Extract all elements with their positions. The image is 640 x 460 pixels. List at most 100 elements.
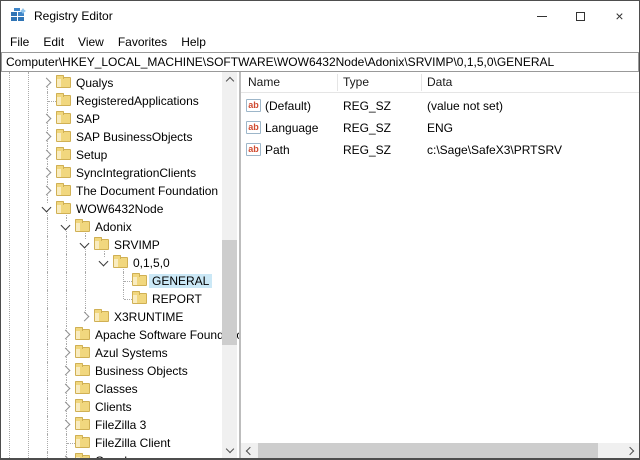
close-icon: × bbox=[615, 9, 623, 23]
tree-item[interactable]: SAP bbox=[1, 110, 221, 128]
column-separator[interactable] bbox=[337, 74, 338, 91]
tree-item-label[interactable]: Qualys bbox=[73, 76, 116, 90]
tree-item-label[interactable]: Google bbox=[92, 454, 137, 458]
tree-item-label[interactable]: The Document Foundation bbox=[73, 184, 221, 198]
tree-guide-line bbox=[47, 452, 48, 458]
chevron-down-icon[interactable] bbox=[61, 221, 71, 231]
chevron-right-icon[interactable] bbox=[42, 168, 52, 178]
tree-item-label[interactable]: Setup bbox=[73, 148, 110, 162]
tree-scrollbar-thumb[interactable] bbox=[222, 240, 237, 345]
chevron-right-icon[interactable] bbox=[80, 312, 90, 322]
menu-item-favorites[interactable]: Favorites bbox=[111, 33, 174, 51]
tree-item-label[interactable]: Business Objects bbox=[92, 364, 191, 378]
value-type: REG_SZ bbox=[343, 121, 391, 135]
tree-item[interactable]: Apache Software Foundation bbox=[1, 326, 221, 344]
tree-item[interactable]: SAP BusinessObjects bbox=[1, 128, 221, 146]
tree-item-label[interactable]: SAP BusinessObjects bbox=[73, 130, 196, 144]
tree-item-label[interactable]: X3RUNTIME bbox=[111, 310, 186, 324]
column-separator[interactable] bbox=[421, 74, 422, 91]
chevron-right-icon[interactable] bbox=[61, 348, 71, 358]
chevron-right-icon[interactable] bbox=[61, 330, 71, 340]
tree-item-label[interactable]: GENERAL bbox=[149, 274, 212, 288]
chevron-right-icon[interactable] bbox=[61, 366, 71, 376]
close-button[interactable]: × bbox=[600, 1, 639, 31]
chevron-right-icon[interactable] bbox=[61, 456, 71, 458]
list-scrollbar-thumb[interactable] bbox=[258, 443, 598, 458]
tree-item-label[interactable]: Classes bbox=[92, 382, 141, 396]
tree-guide-line bbox=[47, 218, 48, 236]
list-header: Name Type Data bbox=[241, 72, 639, 93]
tree-item[interactable]: 0,1,5,0 bbox=[1, 254, 221, 272]
scroll-up-button[interactable] bbox=[222, 72, 237, 87]
column-header-type[interactable]: Type bbox=[343, 75, 369, 89]
chevron-right-icon[interactable] bbox=[61, 420, 71, 430]
minimize-button[interactable] bbox=[522, 1, 561, 31]
folder-icon bbox=[132, 275, 147, 286]
tree-item[interactable]: FileZilla 3 bbox=[1, 416, 221, 434]
scroll-right-button[interactable] bbox=[624, 443, 639, 458]
menu-item-view[interactable]: View bbox=[71, 33, 111, 51]
chevron-right-icon[interactable] bbox=[42, 114, 52, 124]
tree-item[interactable]: FileZilla Client bbox=[1, 434, 221, 452]
tree-item[interactable]: Adonix bbox=[1, 218, 221, 236]
tree-item[interactable]: Qualys bbox=[1, 74, 221, 92]
tree-item-label[interactable]: SyncIntegrationClients bbox=[73, 166, 199, 180]
value-row[interactable]: abLanguageREG_SZENG bbox=[241, 117, 639, 139]
tree-item[interactable]: GENERAL bbox=[1, 272, 221, 290]
column-header-name[interactable]: Name bbox=[248, 75, 280, 89]
tree-item-label[interactable]: RegisteredApplications bbox=[73, 94, 202, 108]
tree-item[interactable]: Classes bbox=[1, 380, 221, 398]
tree-item[interactable]: WOW6432Node bbox=[1, 200, 221, 218]
scroll-left-button[interactable] bbox=[241, 443, 256, 458]
tree-item[interactable]: X3RUNTIME bbox=[1, 308, 221, 326]
tree-item-label[interactable]: SAP bbox=[73, 112, 103, 126]
tree-item-label[interactable]: REPORT bbox=[149, 292, 205, 306]
tree-item[interactable]: SRVIMP bbox=[1, 236, 221, 254]
value-row[interactable]: ab(Default)REG_SZ(value not set) bbox=[241, 95, 639, 117]
menu-item-help[interactable]: Help bbox=[174, 33, 213, 51]
chevron-down-icon[interactable] bbox=[80, 239, 90, 249]
folder-icon bbox=[56, 203, 71, 214]
chevron-right-icon[interactable] bbox=[61, 402, 71, 412]
chevron-down-icon[interactable] bbox=[42, 203, 52, 213]
chevron-right-icon[interactable] bbox=[42, 186, 52, 196]
tree-item-label[interactable]: 0,1,5,0 bbox=[130, 256, 173, 270]
folder-icon bbox=[94, 239, 109, 250]
tree-item[interactable]: Setup bbox=[1, 146, 221, 164]
chevron-right-icon[interactable] bbox=[42, 132, 52, 142]
chevron-right-icon[interactable] bbox=[42, 150, 52, 160]
value-name: (Default) bbox=[265, 99, 311, 113]
tree-item[interactable]: SyncIntegrationClients bbox=[1, 164, 221, 182]
list-horizontal-scrollbar[interactable] bbox=[241, 443, 639, 458]
chevron-right-icon[interactable] bbox=[42, 78, 52, 88]
tree-item[interactable]: The Document Foundation bbox=[1, 182, 221, 200]
address-bar[interactable]: Computer\HKEY_LOCAL_MACHINE\SOFTWARE\WOW… bbox=[1, 52, 639, 72]
tree-vertical-scrollbar[interactable] bbox=[222, 72, 237, 458]
menu-item-file[interactable]: File bbox=[3, 33, 36, 51]
value-row[interactable]: abPathREG_SZc:\Sage\SafeX3\PRTSRV bbox=[241, 139, 639, 161]
tree-item[interactable]: Business Objects bbox=[1, 362, 221, 380]
column-header-data[interactable]: Data bbox=[427, 75, 452, 89]
tree-guide-line bbox=[47, 398, 48, 416]
tree-item-label[interactable]: Azul Systems bbox=[92, 346, 171, 360]
tree-item-label[interactable]: WOW6432Node bbox=[73, 202, 166, 216]
chevron-down-icon[interactable] bbox=[99, 257, 109, 267]
menu-item-edit[interactable]: Edit bbox=[36, 33, 71, 51]
tree-item-label[interactable]: Clients bbox=[92, 400, 135, 414]
scroll-down-button[interactable] bbox=[222, 443, 237, 458]
tree-item[interactable]: Azul Systems bbox=[1, 344, 221, 362]
tree-item-label[interactable]: Apache Software Foundation bbox=[92, 328, 239, 342]
tree-item-label[interactable]: Adonix bbox=[92, 220, 135, 234]
tree-item[interactable]: REPORT bbox=[1, 290, 221, 308]
tree-guide-line bbox=[85, 254, 86, 272]
tree-item-label[interactable]: FileZilla Client bbox=[92, 436, 173, 450]
folder-icon bbox=[56, 149, 71, 160]
tree-item[interactable]: Google bbox=[1, 452, 221, 458]
tree-item[interactable]: RegisteredApplications bbox=[1, 92, 221, 110]
maximize-button[interactable] bbox=[561, 1, 600, 31]
chevron-right-icon[interactable] bbox=[61, 384, 71, 394]
tree-item[interactable]: Clients bbox=[1, 398, 221, 416]
tree-item-label[interactable]: FileZilla 3 bbox=[92, 418, 149, 432]
tree-item-label[interactable]: SRVIMP bbox=[111, 238, 163, 252]
tree-guide-line bbox=[66, 272, 67, 290]
